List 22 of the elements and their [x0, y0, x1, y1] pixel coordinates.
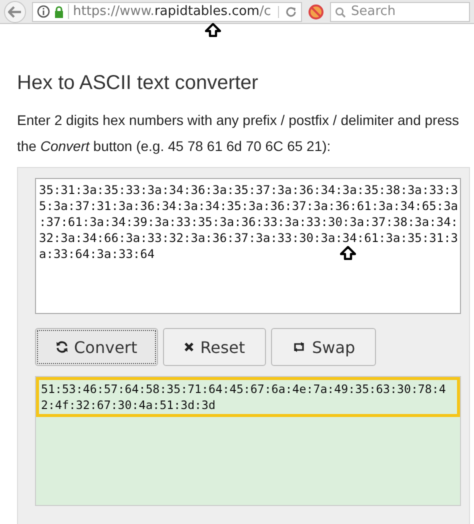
up-arrow-icon	[205, 23, 221, 37]
close-icon	[184, 342, 194, 352]
up-arrow-icon	[340, 246, 356, 260]
swap-icon	[292, 342, 306, 352]
info-icon[interactable]	[37, 5, 50, 18]
swap-button[interactable]: Swap	[270, 328, 376, 366]
address-bar[interactable]: https://www.rapidtables.com/c	[32, 2, 302, 22]
intro-paragraph: Enter 2 digits hex numbers with any prefix / postfix / delimiter and press the Convert button (e.g. 45 78 61 6d 70 6C 65 21):	[17, 111, 460, 156]
ascii-output-field[interactable]: 51:53:46:57:64:58:35:71:64:45:67:6a:4e:7a:49:35:63:30:78:4 2:4f:32:67:30:4a:51:3d:3d	[35, 376, 461, 506]
back-arrow-icon	[8, 6, 22, 18]
url-text[interactable]: https://www.rapidtables.com/c	[68, 4, 274, 19]
reload-icon[interactable]	[278, 6, 297, 18]
lock-icon	[54, 6, 64, 18]
refresh-icon	[56, 341, 68, 353]
hex-input-field[interactable]: 35:31:3a:35:33:3a:34:36:3a:35:37:3a:36:34:3a:35:38:3a:33:3 5:3a:37:31:3a:36:34:3a:34:35:3a:36:37:3a:36:61:3a:34:65:3a :37:61:3a:34:39:3a:33:35:3a:36:33:3a:33:30:3a:37:38:3a:34: 32:3a:34:66:3a:33:32:3a:36:37:3a:33:30:3a:34:61:3a:35:31:3 a:33:64:3a:33:64	[35, 178, 461, 314]
page-title: Hex to ASCII text converter	[17, 72, 260, 95]
search-field[interactable]: Search	[330, 2, 470, 22]
output-text: 51:53:46:57:64:58:35:71:64:45:67:6a:4e:7a:49:35:63:30:78:4 2:4f:32:67:30:4a:51:3d:3d	[36, 377, 460, 417]
blocked-icon[interactable]	[308, 4, 324, 20]
back-button[interactable]	[4, 0, 26, 22]
reset-button[interactable]: Reset	[163, 328, 266, 366]
convert-button[interactable]: Convert	[35, 328, 158, 366]
